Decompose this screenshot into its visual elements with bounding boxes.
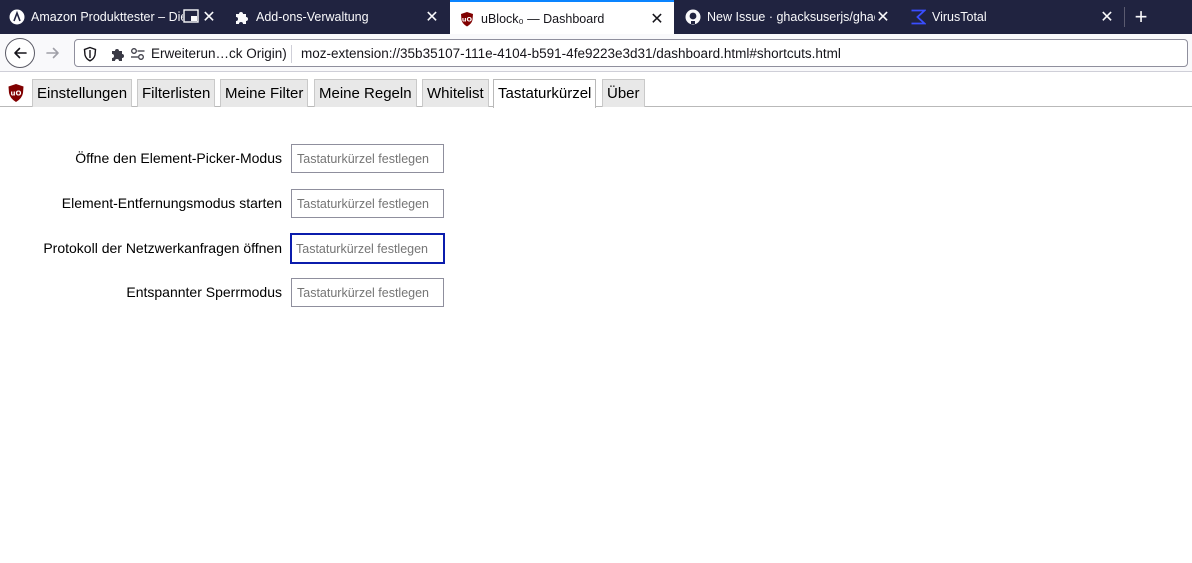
svg-text:uO: uO [462, 16, 473, 24]
tab-ueber[interactable]: Über [602, 79, 645, 107]
arrow-right-icon [46, 47, 59, 59]
browser-tab-title: New Issue · ghacksuserjs/ghack [707, 10, 875, 24]
shortcut-label: Öffne den Element-Picker-Modus [75, 150, 282, 166]
tab-separator [1124, 7, 1125, 27]
tab-whitelist[interactable]: Whitelist [422, 79, 489, 107]
browser-tab-addons[interactable]: Add-ons-Verwaltung ✕ [225, 0, 447, 34]
tab-meine-regeln[interactable]: Meine Regeln [314, 79, 417, 107]
browser-tab-title: Add-ons-Verwaltung [256, 10, 369, 24]
tab-einstellungen[interactable]: Einstellungen [32, 79, 133, 107]
back-button[interactable] [5, 38, 35, 68]
dashboard-tab-bar: uO Einstellungen Filterlisten Meine Filt… [0, 72, 1192, 108]
permissions-icon[interactable] [130, 47, 146, 61]
forward-button[interactable] [38, 38, 68, 68]
new-tab-button[interactable]: + [1130, 6, 1152, 28]
browser-tab-title: uBlock₀ — Dashboard [481, 12, 605, 26]
ublock-icon: uO [459, 11, 475, 27]
tracking-protection-shield-icon[interactable] [82, 46, 98, 62]
close-tab-icon[interactable]: ✕ [423, 8, 441, 26]
browser-tab-strip: Amazon Produkttester – Die ✕ Add-ons-Ver… [0, 0, 1192, 34]
extension-puzzle-icon[interactable] [110, 46, 126, 62]
tab-meine-filter[interactable]: Meine Filter [220, 79, 309, 107]
shortcut-input[interactable] [291, 278, 444, 307]
virustotal-icon [910, 9, 926, 25]
amazon-tester-icon [9, 9, 25, 25]
browser-tab-ublock-dashboard[interactable]: uO uBlock₀ — Dashboard ✕ [450, 0, 674, 34]
shortcut-input-focused[interactable] [290, 233, 445, 264]
site-identity-label[interactable]: Erweiterun…ck Origin) [151, 46, 287, 61]
tab-filterlisten[interactable]: Filterlisten [137, 79, 216, 107]
close-tab-icon[interactable]: ✕ [874, 8, 892, 26]
arrow-left-icon [14, 47, 27, 59]
picture-in-picture-icon[interactable] [183, 9, 199, 23]
close-tab-icon[interactable]: ✕ [1098, 8, 1116, 26]
github-icon [685, 9, 701, 25]
shortcut-input[interactable] [291, 144, 444, 173]
puzzle-icon [234, 9, 250, 25]
close-tab-icon[interactable]: ✕ [200, 8, 218, 26]
url-text[interactable]: moz-extension://35b35107-111e-4104-b591-… [301, 46, 841, 61]
url-divider [291, 45, 292, 63]
browser-tab-title: VirusTotal [932, 10, 987, 24]
browser-tab-github[interactable]: New Issue · ghacksuserjs/ghack ✕ [676, 0, 898, 34]
close-tab-icon[interactable]: ✕ [648, 10, 666, 28]
browser-tab-title: Amazon Produkttester – Die [31, 10, 183, 24]
navigation-toolbar: Erweiterun…ck Origin) moz-extension://35… [0, 34, 1192, 72]
url-bar[interactable]: Erweiterun…ck Origin) moz-extension://35… [74, 39, 1188, 67]
svg-text:uO: uO [11, 90, 22, 98]
browser-tab-amazon-tester[interactable]: Amazon Produkttester – Die ✕ [0, 0, 222, 34]
shortcut-label: Element-Entfernungsmodus starten [61, 195, 282, 211]
shortcut-input[interactable] [291, 189, 444, 218]
shortcut-label: Entspannter Sperrmodus [126, 284, 282, 300]
browser-tab-virustotal[interactable]: VirusTotal ✕ [901, 0, 1123, 34]
shortcut-label: Protokoll der Netzwerkanfragen öffnen [43, 240, 282, 256]
ublock-logo-icon: uO [7, 83, 25, 103]
tab-tastaturkuerzel[interactable]: Tastaturkürzel [493, 79, 597, 108]
